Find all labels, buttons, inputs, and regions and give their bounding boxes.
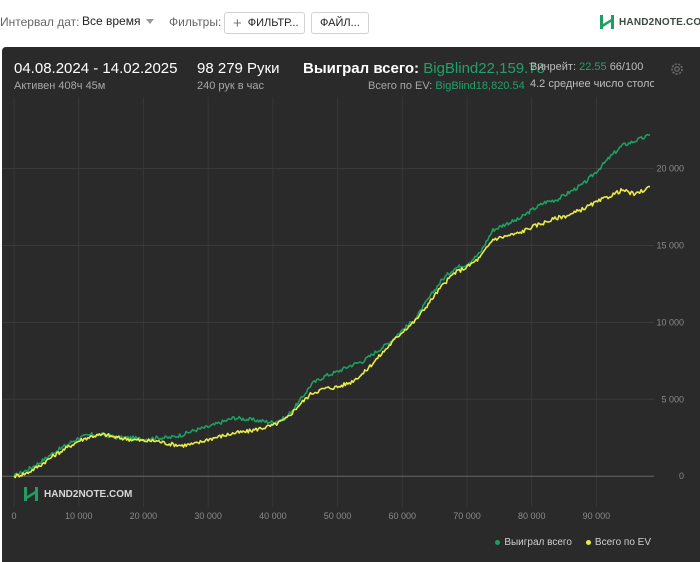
x-tick-label: 70 000: [453, 511, 481, 521]
filters-button-label: ФИЛЬТР...: [247, 17, 299, 29]
series-line-won: [13, 133, 651, 477]
legend-label-ev: Всего по EV: [594, 537, 651, 548]
watermark-logo-icon: [24, 487, 38, 501]
x-tick-label: 30 000: [194, 511, 222, 521]
top-toolbar: Интервал дат: Все время Фильтры: + ФИЛЬТ…: [0, 0, 700, 46]
filters-label: Фильтры:: [169, 15, 222, 29]
date-interval-value: Все время: [82, 14, 141, 28]
files-button[interactable]: ФАЙЛ...: [311, 12, 369, 34]
y-tick-label: 10 000: [656, 317, 684, 327]
chart-legend: Выиграл всего Всего по EV: [495, 537, 651, 548]
bankroll-chart[interactable]: 0 10 000 20 000 30 000 40 000 50 000 60 000 70 …: [2, 47, 700, 562]
chevron-down-icon: [146, 18, 155, 24]
x-tick-label: 80 000: [518, 511, 546, 521]
graph-panel: 04.08.2024 - 14.02.2025 Активен 408ч 45м…: [2, 47, 700, 562]
date-interval-dropdown[interactable]: Все время: [82, 14, 155, 28]
hand2note-logo-icon: [600, 15, 614, 29]
filters-button[interactable]: + ФИЛЬТР...: [224, 12, 305, 34]
legend-item-ev[interactable]: Всего по EV: [585, 537, 651, 548]
hand2note-logo[interactable]: HAND2NOTE.COM: [599, 14, 700, 30]
y-tick-label: 5 000: [661, 394, 684, 404]
x-tick-label: 20 000: [130, 511, 158, 521]
legend-dot-ev: [585, 540, 591, 545]
hand2note-logo-text: HAND2NOTE.COM: [619, 16, 700, 28]
legend-item-won[interactable]: Выиграл всего: [495, 537, 572, 548]
y-tick-label: 0: [679, 471, 684, 481]
x-tick-label: 50 000: [324, 511, 352, 521]
x-tick-label: 90 000: [583, 511, 611, 521]
date-interval-label: Интервал дат:: [0, 15, 80, 29]
y-tick-label: 20 000: [656, 164, 684, 174]
x-tick-label: 40 000: [259, 511, 287, 521]
y-tick-label: 15 000: [656, 240, 684, 250]
x-tick-label: 0: [11, 511, 16, 521]
legend-dot-won: [495, 540, 501, 545]
x-tick-label: 10 000: [65, 511, 93, 521]
legend-label-won: Выиграл всего: [504, 537, 572, 548]
plus-icon: +: [233, 14, 242, 32]
watermark-text: HAND2NOTE.COM: [44, 488, 133, 500]
files-button-label: ФАЙЛ...: [320, 17, 360, 29]
chart-watermark: HAND2NOTE.COM: [23, 486, 132, 502]
x-tick-label: 60 000: [389, 511, 417, 521]
